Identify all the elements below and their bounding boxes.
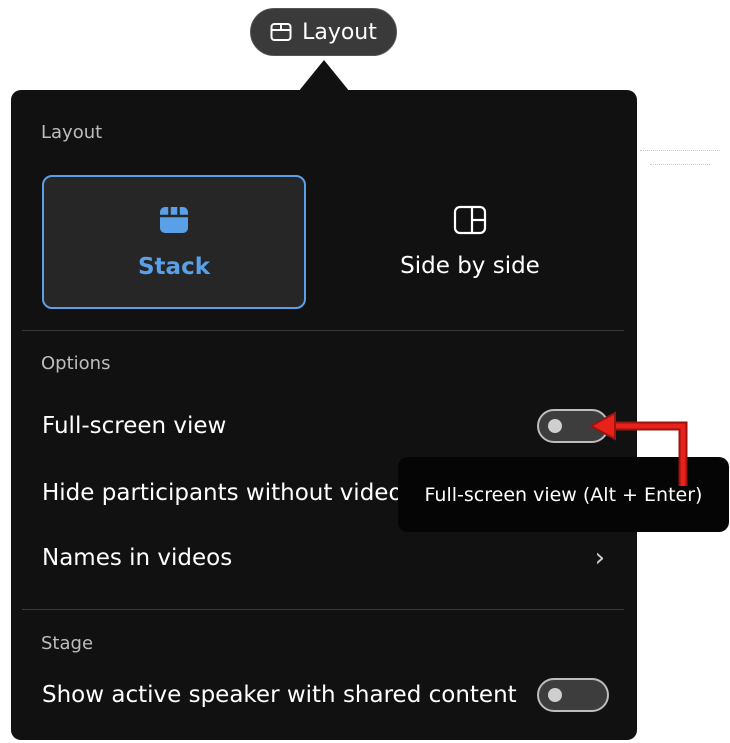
layout-icon: [270, 22, 292, 42]
show-active-speaker-row: Show active speaker with shared content: [42, 673, 617, 717]
popover-arrow: [298, 60, 350, 92]
side-by-side-icon: [453, 205, 487, 239]
layout-popover: Layout Stack Side by side Options Full-s…: [11, 90, 637, 740]
names-in-videos-row[interactable]: Names in videos ›: [42, 536, 617, 580]
options-section-label: Options: [41, 353, 111, 374]
divider: [22, 330, 624, 331]
background-artifact: [650, 164, 710, 169]
stack-icon: [158, 204, 190, 240]
layout-button[interactable]: Layout: [250, 8, 397, 56]
show-active-speaker-label: Show active speaker with shared content: [42, 682, 517, 708]
toggle-knob: [548, 419, 562, 433]
stack-layout-option[interactable]: Stack: [42, 175, 306, 309]
show-active-speaker-toggle[interactable]: [537, 678, 609, 712]
layout-button-label: Layout: [302, 19, 377, 45]
chevron-right-icon: ›: [594, 543, 605, 573]
full-screen-view-label: Full-screen view: [42, 413, 227, 439]
full-screen-view-row: Full-screen view: [42, 404, 617, 448]
background-artifact: [640, 150, 720, 155]
toggle-knob: [548, 688, 562, 702]
stage-section-label: Stage: [41, 633, 94, 654]
names-in-videos-label: Names in videos: [42, 545, 233, 571]
hide-participants-label: Hide participants without video: [42, 480, 403, 506]
divider: [22, 609, 624, 610]
layout-section-label: Layout: [41, 122, 103, 143]
side-by-side-layout-option[interactable]: Side by side: [338, 175, 602, 309]
annotation-arrow-icon: [588, 411, 688, 486]
stack-label: Stack: [137, 254, 210, 280]
side-by-side-label: Side by side: [400, 253, 540, 279]
